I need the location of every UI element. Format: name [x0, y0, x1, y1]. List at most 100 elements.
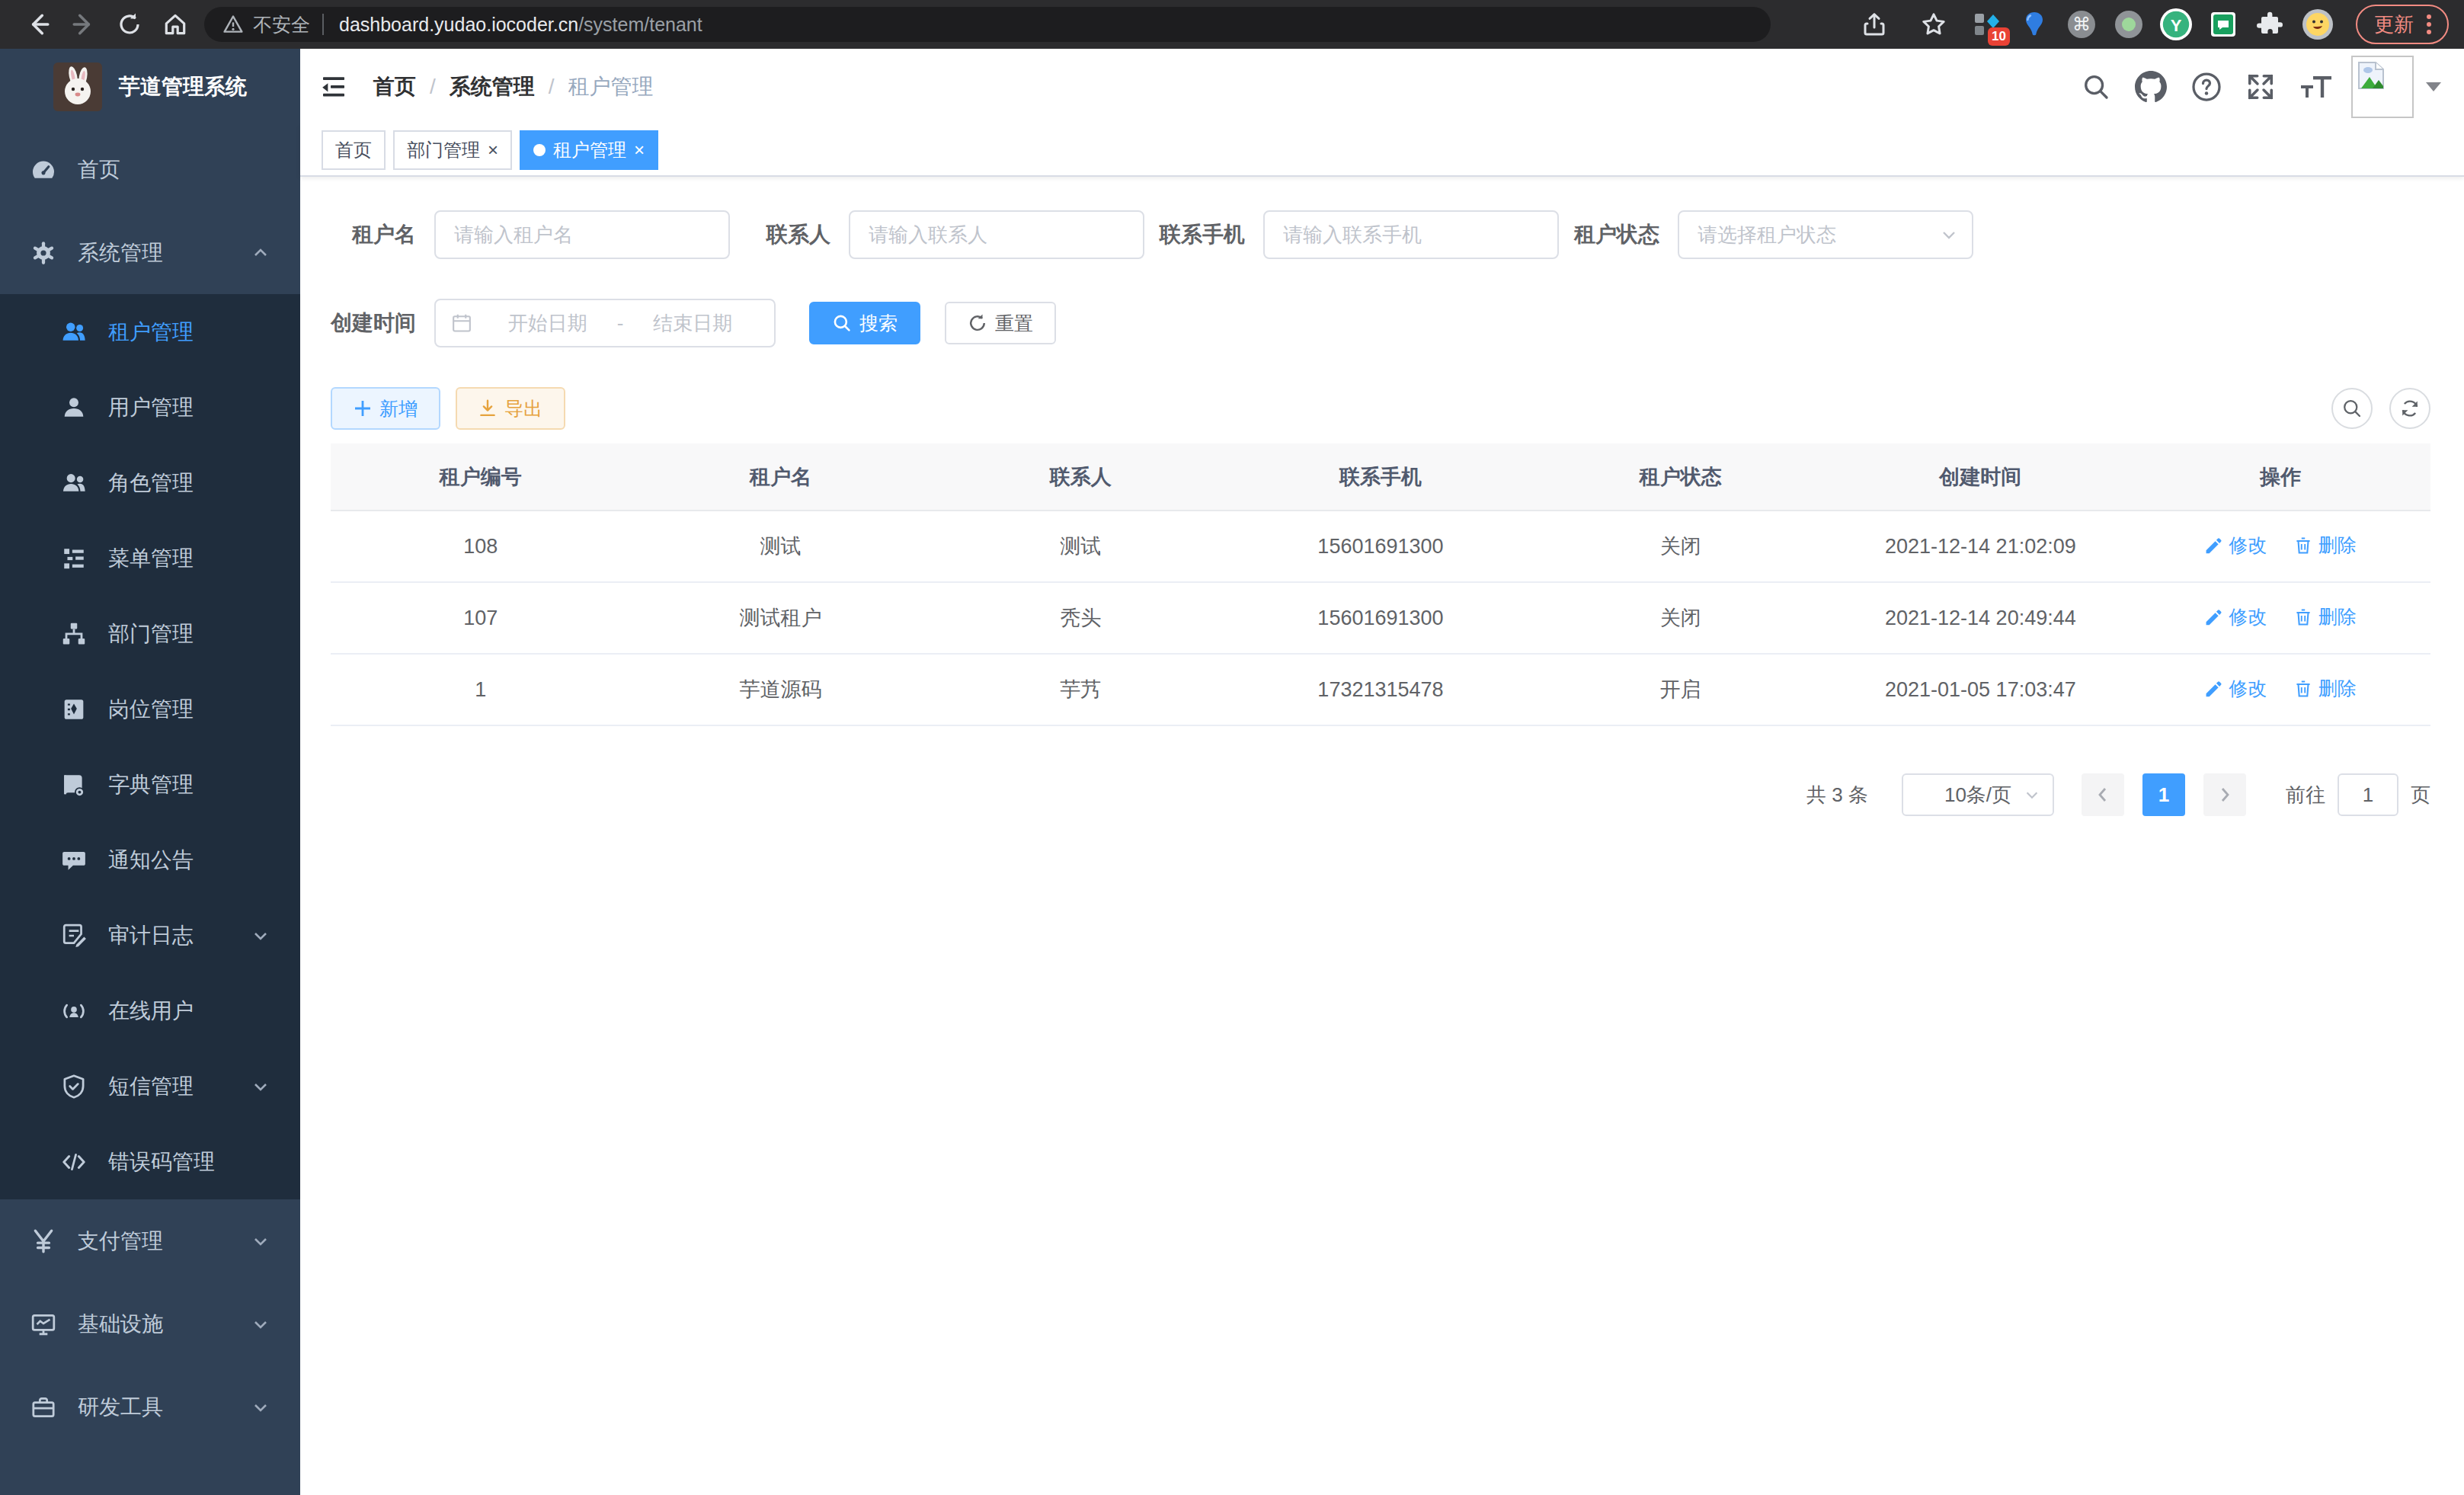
app-title: 芋道管理系统 [119, 72, 247, 101]
chevron-down-icon [2024, 786, 2040, 803]
goto-label: 前往 [2286, 782, 2325, 808]
tenant-name-input[interactable] [434, 210, 730, 259]
sidebar-item-system[interactable]: 系统管理 [0, 211, 300, 294]
status-select[interactable] [1678, 210, 1973, 259]
search-icon[interactable] [2082, 72, 2110, 101]
broken-image-icon [2356, 60, 2386, 91]
extension-recorder-icon[interactable] [2112, 8, 2146, 41]
search-button[interactable]: 搜索 [809, 302, 920, 344]
avatar[interactable] [2351, 56, 2414, 118]
sidebar-item-sms[interactable]: 短信管理 [0, 1048, 300, 1124]
security-label: 不安全 [253, 12, 310, 37]
font-size-icon[interactable] [2299, 72, 2333, 102]
fullscreen-icon[interactable] [2246, 72, 2275, 101]
edit-button[interactable]: 修改 [2204, 604, 2267, 629]
extension-tango-icon[interactable]: 10 [1970, 8, 2004, 41]
sidebar-item-online[interactable]: 在线用户 [0, 973, 300, 1048]
sidebar-item-menu[interactable]: 菜单管理 [0, 520, 300, 596]
goto-page-input[interactable] [2338, 773, 2398, 816]
sidebar-item-infra[interactable]: 基础设施 [0, 1282, 300, 1365]
extension-pin-icon[interactable] [2018, 8, 2051, 41]
breadcrumb-system[interactable]: 系统管理 [450, 72, 535, 101]
sidebar-item-dept[interactable]: 部门管理 [0, 596, 300, 671]
sidebar-item-tenant[interactable]: 租户管理 [0, 294, 300, 370]
close-icon[interactable]: × [634, 141, 645, 159]
close-icon[interactable]: × [488, 141, 498, 159]
shield-check-icon [61, 1074, 87, 1100]
address-bar[interactable]: 不安全 dashboard.yudao.iocoder.cn/system/te… [204, 7, 1771, 42]
trash-icon [2294, 536, 2312, 555]
browser-back-button[interactable] [15, 2, 61, 47]
browser-reload-button[interactable] [107, 2, 152, 47]
update-label: 更新 [2374, 11, 2414, 38]
extension-badge: 10 [1988, 27, 2010, 46]
dict-book-icon [61, 772, 87, 798]
tag-home[interactable]: 首页 [322, 130, 386, 170]
mobile-input[interactable] [1263, 210, 1559, 259]
github-icon[interactable] [2135, 71, 2167, 103]
sidebar-item-user[interactable]: 用户管理 [0, 370, 300, 445]
add-button[interactable]: 新增 [331, 387, 440, 430]
delete-button[interactable]: 删除 [2294, 604, 2357, 629]
browser-forward-button[interactable] [61, 2, 107, 47]
chevron-down-icon [251, 1232, 270, 1250]
breadcrumb-home[interactable]: 首页 [373, 72, 416, 101]
reset-button[interactable]: 重置 [945, 302, 1056, 344]
chevron-down-icon [251, 1315, 270, 1333]
page-unit: 页 [2411, 782, 2430, 808]
extensions-puzzle-icon[interactable] [2254, 8, 2287, 41]
delete-button[interactable]: 删除 [2294, 676, 2357, 701]
sidebar-item-notice[interactable]: 通知公告 [0, 822, 300, 898]
browser-home-button[interactable] [152, 2, 198, 47]
tag-dept[interactable]: 部门管理 × [393, 130, 512, 170]
sidebar-item-errcode[interactable]: 错误码管理 [0, 1124, 300, 1199]
message-icon [61, 847, 87, 873]
org-tree-icon [61, 621, 87, 647]
extension-yuque-icon[interactable]: Y [2159, 8, 2193, 41]
browser-update-button[interactable]: 更新 [2356, 5, 2449, 44]
bookmark-star-icon[interactable] [1911, 2, 1957, 47]
top-navbar: 首页 / 系统管理 / 租户管理 [300, 49, 2464, 125]
delete-button[interactable]: 删除 [2294, 533, 2357, 558]
svg-text:Y: Y [2171, 16, 2182, 35]
prev-page-button[interactable] [2082, 773, 2124, 816]
sidebar-toggle-icon[interactable] [318, 72, 349, 102]
browser-menu-icon[interactable] [2426, 12, 2432, 37]
extension-chat-icon[interactable] [2206, 8, 2240, 41]
sidebar-item-dict[interactable]: 字典管理 [0, 747, 300, 822]
tag-tenant[interactable]: 租户管理 × [520, 130, 658, 170]
col-mobile: 联系手机 [1230, 443, 1531, 511]
next-page-button[interactable] [2203, 773, 2246, 816]
app-logo[interactable]: 芋道管理系统 [0, 49, 300, 125]
extension-command-icon[interactable]: ⌘ [2065, 8, 2098, 41]
help-icon[interactable] [2191, 72, 2222, 102]
sidebar-item-devtools[interactable]: 研发工具 [0, 1365, 300, 1449]
refresh-table-button[interactable] [2389, 388, 2430, 429]
col-status: 租户状态 [1531, 443, 1831, 511]
share-icon[interactable] [1851, 2, 1897, 47]
page-size-select[interactable]: 10条/页 [1902, 773, 2054, 816]
avatar-caret-icon[interactable] [2426, 82, 2441, 91]
page-number[interactable]: 1 [2142, 773, 2185, 816]
date-range-picker[interactable]: 开始日期 - 结束日期 [434, 299, 776, 347]
contact-input[interactable] [849, 210, 1144, 259]
edit-button[interactable]: 修改 [2204, 676, 2267, 701]
export-button[interactable]: 导出 [456, 387, 565, 430]
sidebar-item-role[interactable]: 角色管理 [0, 445, 300, 520]
sidebar-item-home[interactable]: 首页 [0, 128, 300, 211]
extension-emoji-icon[interactable] [2301, 8, 2334, 41]
filter-create-time: 创建时间 开始日期 - 结束日期 [331, 299, 776, 347]
sidebar-item-audit[interactable]: 审计日志 [0, 898, 300, 973]
plus-icon [354, 399, 372, 418]
table-row: 1 芋道源码 芋艿 17321315478 开启 2021-01-05 17:0… [331, 654, 2430, 725]
show-search-button[interactable] [2331, 388, 2373, 429]
filter-tenant-name: 租户名 [331, 210, 730, 259]
refresh-icon [968, 313, 987, 333]
tenant-table: 租户编号 租户名 联系人 联系手机 租户状态 创建时间 操作 108 测试 测试 [331, 443, 2430, 726]
page-content: 租户名 联系人 联系手机 租户状态 [300, 177, 2464, 1495]
yen-icon [30, 1228, 56, 1254]
sidebar-item-pay[interactable]: 支付管理 [0, 1199, 300, 1282]
url-path: /system/tenant [578, 14, 702, 36]
edit-button[interactable]: 修改 [2204, 533, 2267, 558]
sidebar-item-post[interactable]: 岗位管理 [0, 671, 300, 747]
